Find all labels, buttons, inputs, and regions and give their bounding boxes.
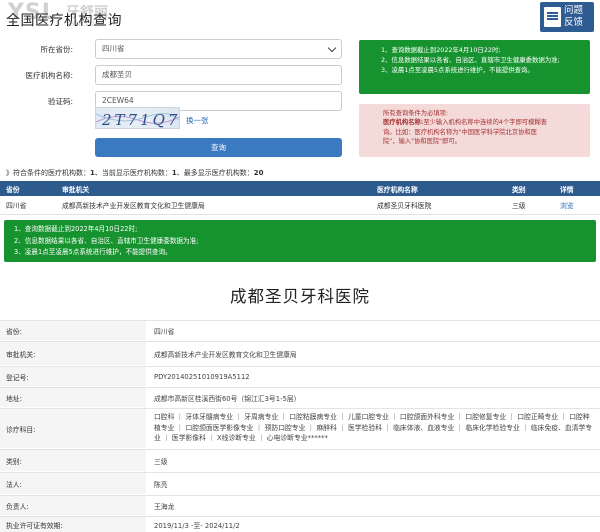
detail-value: 成都高新技术产业开发区教育文化和卫生健康局 <box>154 350 297 359</box>
notice-box: 1、查询数据截止到2022年4月10日22时; 2、信息数据结果以各省、自治区、… <box>359 40 590 94</box>
rules-bold-label: 医疗机构名称: <box>383 119 424 127</box>
feedback-button[interactable]: 问题反馈 <box>540 2 594 32</box>
detail-value: PDY20140251010919A5112 <box>154 372 250 381</box>
cell-level: 三级 <box>506 196 554 215</box>
detail-value: 2019/11/3 -至- 2024/11/2 <box>154 521 240 530</box>
captcha-label: 验证码: <box>47 97 73 106</box>
province-label: 所在省份: <box>40 45 73 54</box>
org-name-row: 医疗机构名称: 成都圣贝 <box>0 65 345 85</box>
result-table: 省份 审批机关 医疗机构名称 类别 详情 四川省 成都高新技术产业开发区教育文化… <box>0 181 600 215</box>
detail-label: 执业许可证有效期: <box>0 517 146 532</box>
stats-max-label: 、最多显示医疗机构数： <box>176 169 254 177</box>
notice-line: 1、查询数据截止到2022年4月10日22时; <box>381 46 501 54</box>
detail-label: 类别: <box>0 450 146 471</box>
col-province: 省份 <box>0 181 56 196</box>
detail-value: 陈亮 <box>154 480 168 489</box>
notice-line: 3、凌晨1点至凌晨5点系统进行维护，不能提供查询。 <box>381 66 534 74</box>
col-name: 医疗机构名称 <box>371 181 506 196</box>
stats-shown-label: 、当前显示医疗机构数： <box>94 169 172 177</box>
document-icon <box>544 7 561 27</box>
col-detail: 详情 <box>554 181 600 196</box>
stats-max: 20 <box>253 169 264 177</box>
detail-label: 诊疗科目: <box>0 409 146 448</box>
cell-authority: 成都高新技术产业开发区教育文化和卫生健康局 <box>56 196 371 215</box>
rules-line: 院"，输入"协和医院"即可。 <box>383 137 461 145</box>
captcha-image: 2T71Q7 <box>95 107 180 129</box>
detail-row: 法人: 陈亮 <box>0 472 600 494</box>
detail-label: 地址: <box>0 388 146 407</box>
detail-label: 审批机关: <box>0 342 146 365</box>
org-name-input[interactable]: 成都圣贝 <box>95 65 342 85</box>
detail-row: 登记号: PDY20140251010919A5112 <box>0 366 600 386</box>
svg-text:2T71Q7: 2T71Q7 <box>101 111 180 129</box>
table-row: 四川省 成都高新技术产业开发区教育文化和卫生健康局 成都圣贝牙科医院 三级 浏览 <box>0 196 600 215</box>
detail-row: 类别: 三级 <box>0 449 600 471</box>
col-level: 类别 <box>506 181 554 196</box>
detail-label: 法人: <box>0 473 146 494</box>
detail-value: 成都市高新区桂溪西街60号（锦江汇3号1-5层） <box>154 394 301 403</box>
province-value: 四川省 <box>102 44 125 53</box>
notice-line: 2、信息数据结果以各省、自治区、直辖市卫生健康委数据为准; <box>14 236 199 245</box>
detail-row: 省份: 四川省 <box>0 320 600 340</box>
notice-line: 1、查询数据截止到2022年4月10日22时; <box>14 225 138 233</box>
detail-row: 执业许可证有效期: 2019/11/3 -至- 2024/11/2 <box>0 516 600 532</box>
chevron-down-icon <box>327 43 337 53</box>
province-row: 所在省份: 四川省 <box>0 39 345 59</box>
rules-text: 至少输入机构名称中连续的4个字即可模糊查 <box>423 119 547 127</box>
detail-row: 审批机关: 成都高新技术产业开发区教育文化和卫生健康局 <box>0 341 600 365</box>
detail-value: 三级 <box>154 457 168 466</box>
org-name-label: 医疗机构名称: <box>25 71 73 80</box>
rules-line: 医疗机构名称:至少输入机构名称中连续的4个字即可模糊查 <box>383 118 582 127</box>
detail-label: 登记号: <box>0 367 146 386</box>
rules-box: 所有查询条件为必填项: 医疗机构名称:至少输入机构名称中连续的4个字即可模糊查 … <box>359 104 590 157</box>
province-select[interactable]: 四川省 <box>95 39 342 59</box>
detail-title: 成都圣贝牙科医院 <box>230 287 370 306</box>
view-detail-link[interactable]: 浏览 <box>554 196 600 215</box>
detail-label: 省份: <box>0 321 146 340</box>
detail-row: 地址: 成都市高新区桂溪西街60号（锦江汇3号1-5层） <box>0 387 600 407</box>
detail-value: 口腔科 ｜ 牙体牙髓病专业 ｜ 牙周病专业 ｜ 口腔粘膜病专业 ｜ 儿童口腔专业… <box>154 413 593 443</box>
notice-line: 2、信息数据结果以各省、自治区、直辖市卫生健康委数据为准; <box>381 56 560 64</box>
col-authority: 审批机关 <box>56 181 371 196</box>
cell-province: 四川省 <box>0 196 56 215</box>
detail-label: 负责人: <box>0 496 146 515</box>
stats-bar: 》符合条件的医疗机构数：1、当前显示医疗机构数：1、最多显示医疗机构数：20 <box>6 168 264 178</box>
refresh-captcha-link[interactable]: 换一张 <box>186 115 209 126</box>
cell-name: 成都圣贝牙科医院 <box>371 196 506 215</box>
page-title: 全国医疗机构查询 <box>6 13 122 29</box>
detail-value: 王海龙 <box>154 502 175 511</box>
detail-value: 四川省 <box>154 327 175 336</box>
query-button[interactable]: 查询 <box>95 138 342 157</box>
rules-line: 询。比如：医疗机构名称为"中国医学科学院北京协和医 <box>383 128 538 136</box>
stats-prefix: 》符合条件的医疗机构数： <box>6 169 90 177</box>
table-header-row: 省份 审批机关 医疗机构名称 类别 详情 <box>0 181 600 196</box>
notice-line: 3、凌晨1点至凌晨5点系统进行维护，不能提供查询。 <box>14 248 172 256</box>
rules-line: 所有查询条件为必填项: <box>383 110 449 117</box>
detail-row: 诊疗科目: 口腔科 ｜ 牙体牙髓病专业 ｜ 牙周病专业 ｜ 口腔粘膜病专业 ｜ … <box>0 408 600 448</box>
detail-row: 负责人: 王海龙 <box>0 495 600 515</box>
notice-box-detail: 1、查询数据截止到2022年4月10日22时; 2、信息数据结果以各省、自治区、… <box>4 220 596 262</box>
feedback-label: 问题反馈 <box>564 5 584 28</box>
